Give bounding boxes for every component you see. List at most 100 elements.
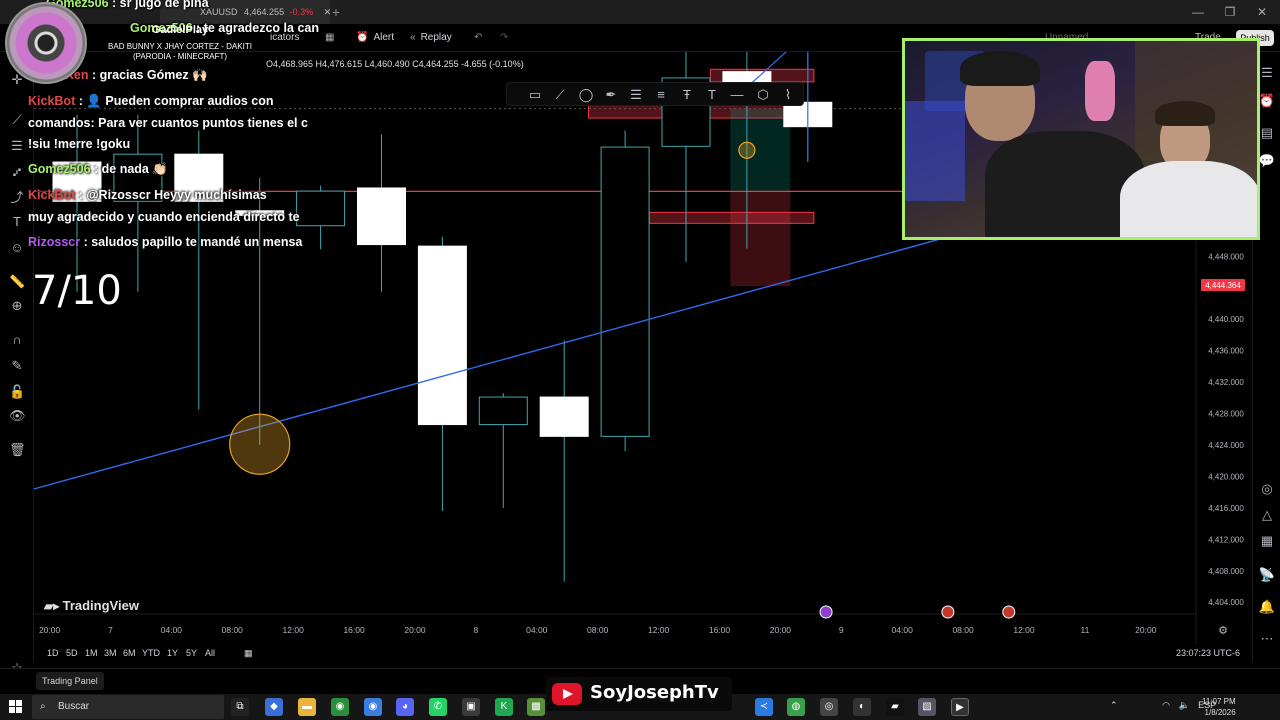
chat-message: muy agradecido y cuando encienda directo…	[28, 210, 300, 224]
copilot-icon[interactable]: ◆	[265, 698, 283, 716]
now-playing-title: GadielPlay	[151, 24, 209, 36]
file-explorer-icon[interactable]: ▬	[298, 698, 316, 716]
alert-label: Alert	[373, 32, 395, 43]
chat-message: !siu !merre !goku	[28, 137, 130, 151]
system-tray: ⌃ ◠ 🔈 ESP	[1110, 700, 1216, 711]
timeframe-button[interactable]: 1M	[85, 646, 98, 660]
price-tick-label: 4,432.000	[1208, 378, 1244, 387]
tradingview-taskbar-icon[interactable]: ▰	[886, 698, 904, 716]
media-player-icon[interactable]: ▶	[951, 698, 969, 716]
task-view-icon[interactable]: ⧉	[231, 698, 249, 716]
wifi-icon[interactable]: ◠	[1162, 700, 1170, 710]
magnet-icon[interactable]: ∩	[9, 332, 25, 348]
ruler-icon[interactable]: 📏	[9, 274, 25, 290]
app-icon[interactable]: ▣	[462, 698, 480, 716]
chat-text: : de nada 👏🏻	[94, 162, 168, 176]
anchored-text-icon[interactable]: Ŧ	[679, 87, 695, 103]
time-tick-label: 20:00	[1135, 625, 1157, 635]
timeframe-button[interactable]: All	[205, 646, 215, 660]
windows-start-icon[interactable]	[9, 700, 23, 714]
minecraft-icon[interactable]: ▩	[527, 698, 545, 716]
economic-event-icon	[941, 605, 955, 619]
undo-button[interactable]: ↶	[474, 30, 482, 46]
time-tick-label: 20:00	[770, 625, 792, 635]
tradingview-logo: ▰▸ TradingView	[44, 598, 139, 613]
now-playing-artist: BAD BUNNY X JHAY CORTEZ - DAKITI	[100, 42, 260, 51]
watchlist-icon[interactable]: ☰	[1258, 64, 1276, 82]
target-icon[interactable]: ◎	[1258, 480, 1276, 498]
replay-button[interactable]: « Replay	[410, 30, 452, 46]
timeframe-button[interactable]: YTD	[142, 646, 160, 660]
time-tick-label: 7	[108, 625, 113, 635]
timeframe-button[interactable]: 5D	[66, 646, 78, 660]
timeframe-button[interactable]: 5Y	[186, 646, 197, 660]
fib-extension-icon[interactable]: ≡	[653, 87, 669, 103]
brush-tool-icon[interactable]: ✒	[603, 87, 619, 103]
redo-button[interactable]: ↷	[500, 30, 508, 46]
time-tick-label: 08:00	[952, 625, 974, 635]
discord-icon[interactable]: ◕	[396, 698, 414, 716]
time-tick-label: 08:00	[222, 625, 244, 635]
kick-icon[interactable]: K	[495, 698, 513, 716]
chat-username: Gomez506	[28, 162, 91, 176]
android-studio-icon[interactable]: ◍	[787, 698, 805, 716]
price-tick-label: 4,412.000	[1208, 535, 1244, 544]
rectangle-tool-icon[interactable]: ▭	[527, 87, 543, 103]
photos-icon[interactable]: ▧	[918, 698, 936, 716]
fib-retracement-icon[interactable]: ☰	[628, 87, 644, 103]
date-range-calendar-icon[interactable]: ▦	[244, 646, 253, 660]
chat-message: comandos: Para ver cuantos puntos tienes…	[28, 116, 308, 130]
price-tick-label: 4,408.000	[1208, 567, 1244, 576]
chrome-profile-icon[interactable]: ◉	[364, 698, 382, 716]
economic-event-icon	[1002, 605, 1016, 619]
chat-message: Gomez506 : de nada 👏🏻	[28, 162, 168, 177]
trading-panel-button[interactable]: Trading Panel	[36, 672, 104, 690]
capcut-icon[interactable]: ◐	[853, 698, 871, 716]
candle-body	[600, 146, 650, 437]
taskbar-search[interactable]: ⌕ Buscar	[32, 695, 224, 719]
help-icon[interactable]: ⋯	[1258, 630, 1276, 648]
line-tool-icon[interactable]: ⟋	[552, 87, 568, 103]
timeframe-button[interactable]: 6M	[123, 646, 136, 660]
price-tick-label: 4,448.000	[1208, 252, 1244, 261]
webcam-overlay	[902, 38, 1260, 240]
calendar-icon[interactable]: ▦	[1258, 532, 1276, 550]
timeframe-button[interactable]: 1Y	[167, 646, 178, 660]
trash-icon[interactable]: 🗑	[9, 442, 26, 458]
tradingview-mark-icon: ▰▸	[44, 599, 63, 613]
now-playing-subtitle: (PARODIA - MINECRAFT)	[100, 52, 260, 61]
vscode-icon[interactable]: ≺	[755, 698, 773, 716]
streams-icon[interactable]: 📡	[1258, 566, 1276, 584]
whatsapp-icon[interactable]: ✆	[429, 698, 447, 716]
obs-icon[interactable]: ◎	[820, 698, 838, 716]
data-window-icon[interactable]: ▤	[1258, 124, 1276, 142]
taskbar-clock[interactable]: 11:07 PM 1/8/2026	[1202, 696, 1236, 718]
text-icon[interactable]: T	[704, 87, 720, 103]
axis-settings-gear-icon[interactable]: ⚙	[1218, 625, 1228, 637]
volume-icon[interactable]: 🔈	[1178, 700, 1189, 710]
notifications-icon[interactable]: 🔔	[1258, 598, 1276, 616]
pencil-lock-icon[interactable]: ✎	[9, 358, 25, 374]
horizontal-line-icon[interactable]: —	[729, 87, 745, 103]
time-tick-label: 04:00	[526, 625, 548, 635]
long-position-loss-zone	[730, 191, 791, 287]
ideas-icon[interactable]: △	[1258, 506, 1276, 524]
minimize-button[interactable]: —	[1188, 4, 1208, 20]
lock-icon[interactable]: 🔓	[9, 384, 25, 400]
polygon-icon[interactable]: ⬡	[755, 87, 771, 103]
chevron-up-icon[interactable]: ⌃	[1110, 700, 1118, 710]
timeframe-button[interactable]: 3M	[104, 646, 117, 660]
alert-button[interactable]: ⏰ Alert	[356, 30, 394, 46]
close-window-button[interactable]: ✕	[1252, 4, 1272, 20]
eye-icon[interactable]: 👁	[9, 408, 26, 424]
chat-username: KickBot	[28, 94, 76, 108]
path-icon[interactable]: ⌇	[780, 87, 796, 103]
alerts-icon[interactable]: ⏰	[1258, 92, 1276, 110]
maximize-button[interactable]: ❐	[1220, 4, 1240, 20]
zoom-in-icon[interactable]: ⊕	[9, 298, 25, 314]
timeframe-button[interactable]: 1D	[47, 646, 59, 660]
new-tab-button[interactable]: +	[328, 4, 344, 20]
circle-tool-icon[interactable]: ◯	[578, 87, 594, 103]
chat-icon[interactable]: 💬	[1258, 152, 1276, 170]
chrome-icon[interactable]: ◉	[331, 698, 349, 716]
